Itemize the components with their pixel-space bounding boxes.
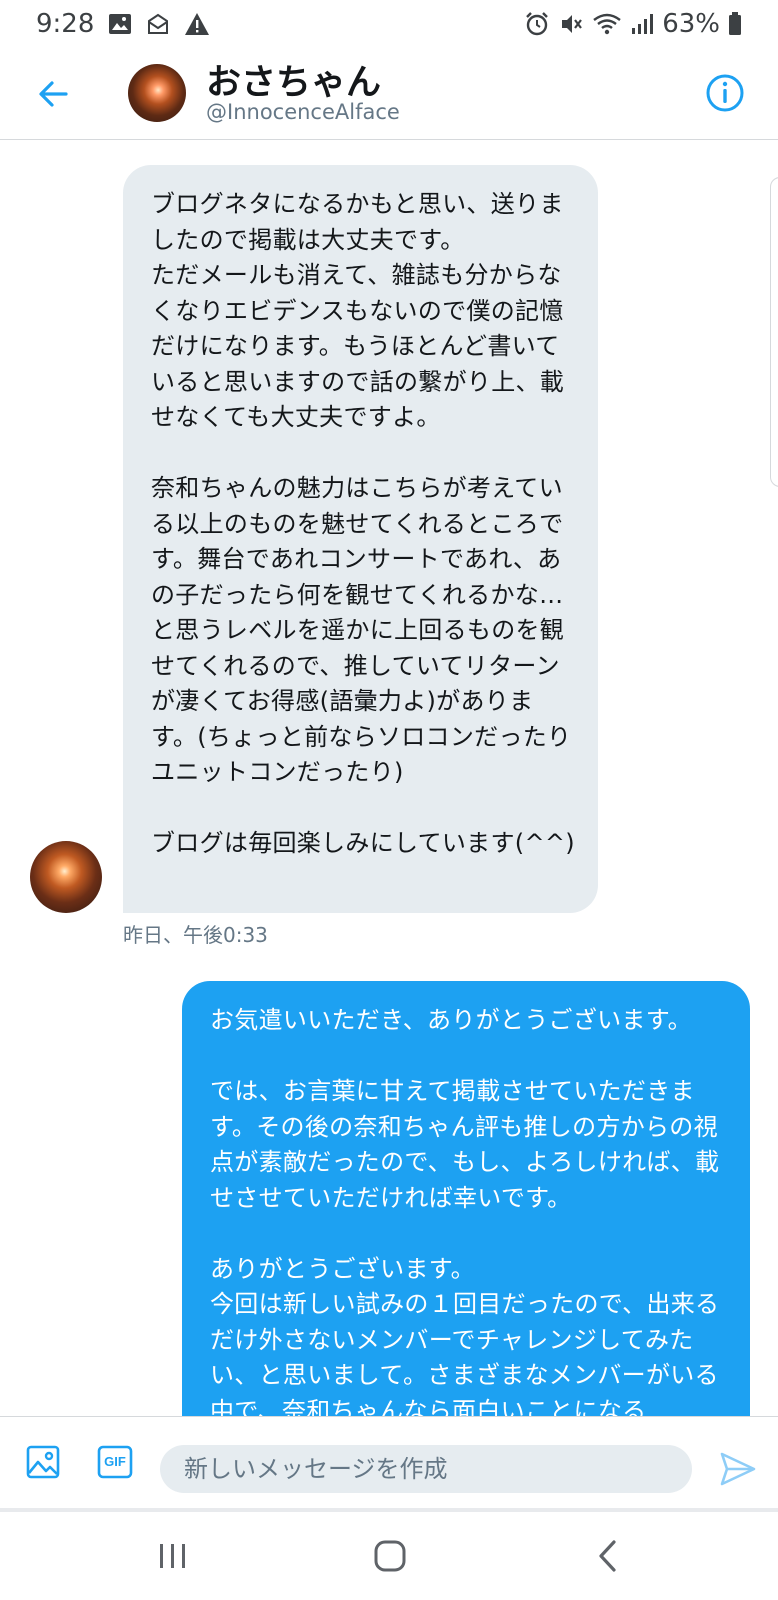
- message-input[interactable]: [160, 1445, 692, 1493]
- scroll-indicator: [770, 177, 778, 487]
- home-button[interactable]: [365, 1534, 415, 1578]
- system-nav-bar: [0, 1512, 778, 1600]
- status-bar: 9:28 63%: [0, 0, 778, 48]
- conversation-header: おさちゃん @InnocenceAlface: [0, 48, 778, 140]
- wifi-icon: [592, 12, 622, 36]
- status-time: 9:28: [36, 9, 95, 39]
- status-right: 63%: [524, 9, 742, 39]
- avatar[interactable]: [128, 64, 186, 122]
- recents-button[interactable]: [148, 1534, 198, 1578]
- recents-icon: [160, 1544, 185, 1568]
- message-timestamp: 昨日、午後0:33: [123, 923, 268, 947]
- back-icon: [599, 1540, 616, 1572]
- back-button[interactable]: [34, 74, 74, 114]
- warning-icon: [184, 12, 210, 36]
- alarm-icon: [524, 11, 550, 37]
- image-icon: [108, 13, 132, 35]
- contact-handle[interactable]: @InnocenceAlface: [206, 100, 400, 124]
- message-list[interactable]: ブログネタになるかもと思い、送りましたので掲載は大丈夫です。 ただメールも消えて…: [0, 141, 778, 1416]
- mail-icon: [146, 12, 170, 36]
- send-icon: [720, 1452, 756, 1486]
- gif-label: GIF: [104, 1454, 126, 1469]
- back-arrow-icon: [39, 81, 68, 107]
- battery-percent: 63%: [662, 9, 720, 39]
- signal-icon: [630, 12, 654, 36]
- avatar[interactable]: [30, 841, 102, 913]
- received-message-bubble[interactable]: ブログネタになるかもと思い、送りましたので掲載は大丈夫です。 ただメールも消えて…: [123, 165, 598, 913]
- image-icon: [26, 1445, 60, 1479]
- message-composer: GIF: [0, 1416, 778, 1508]
- send-button[interactable]: [718, 1449, 758, 1489]
- info-button[interactable]: [704, 72, 746, 114]
- home-icon: [374, 1540, 406, 1572]
- mute-icon: [558, 11, 584, 37]
- add-image-button[interactable]: [26, 1445, 60, 1479]
- info-icon: [706, 74, 744, 112]
- sent-message-bubble[interactable]: お気遣いいただき、ありがとうございます。 では、お言葉に甘えて掲載させていただき…: [182, 981, 750, 1416]
- contact-name[interactable]: おさちゃん: [206, 54, 381, 105]
- gif-button[interactable]: GIF: [97, 1445, 133, 1479]
- status-left: 9:28: [36, 9, 210, 39]
- battery-icon: [728, 12, 742, 36]
- nav-back-button[interactable]: [583, 1534, 633, 1578]
